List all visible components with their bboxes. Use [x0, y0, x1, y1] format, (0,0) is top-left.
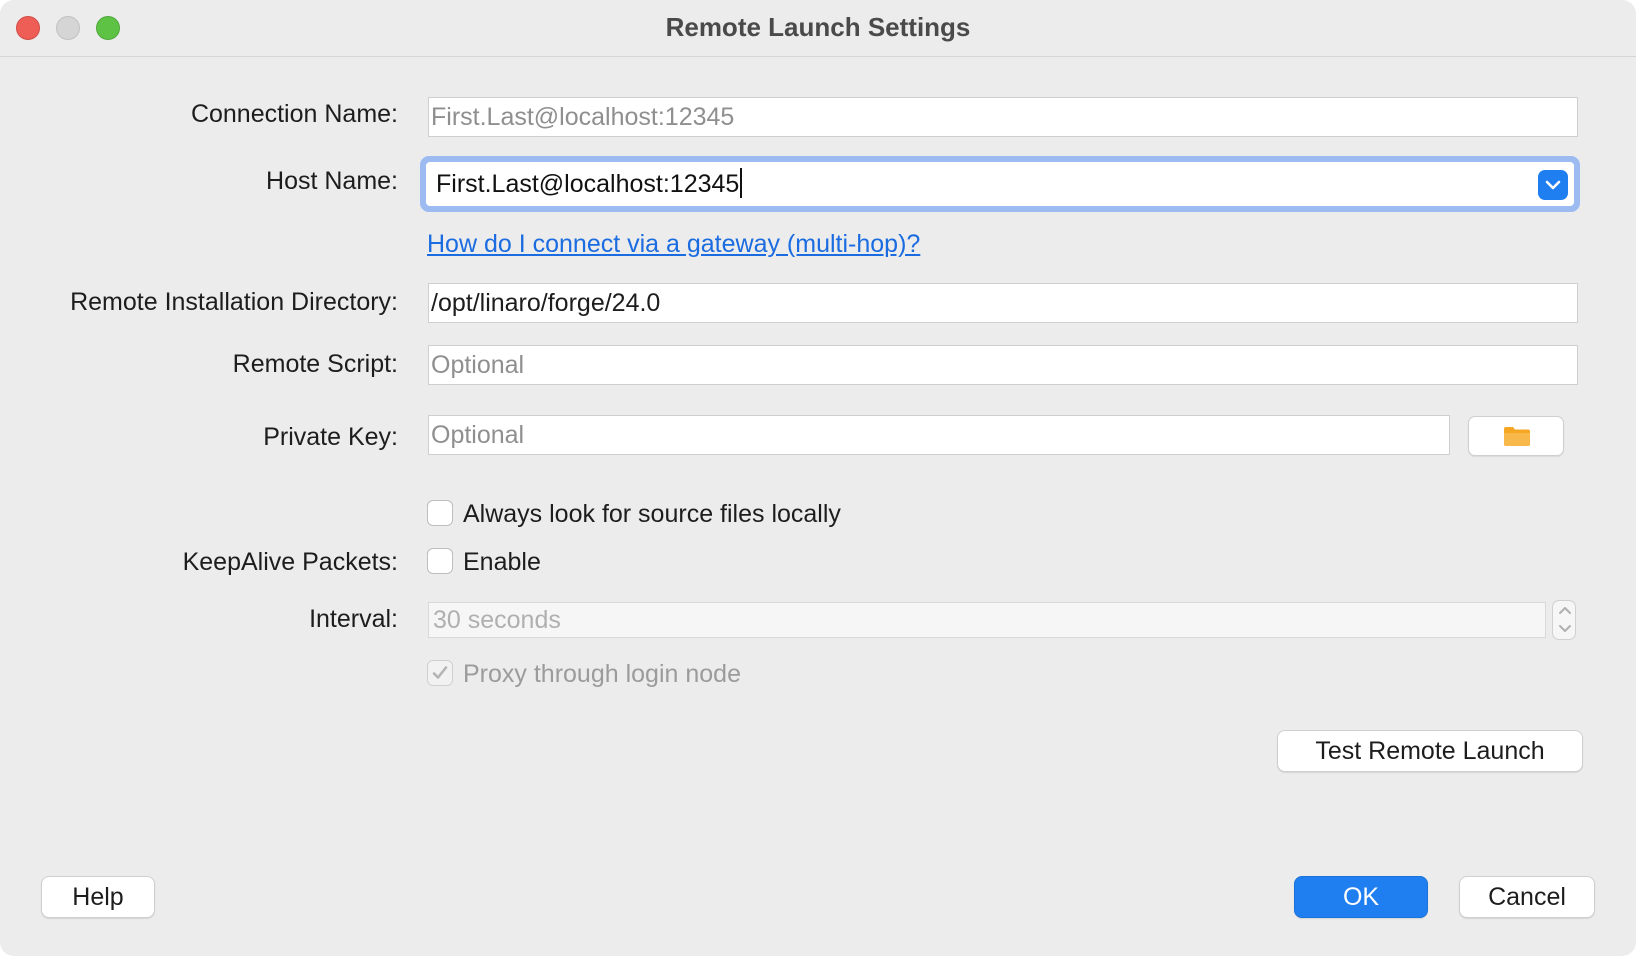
remote-install-dir-value: /opt/linaro/forge/24.0 [431, 289, 661, 317]
browse-private-key-button[interactable] [1468, 416, 1564, 456]
host-name-label: Host Name: [266, 167, 398, 195]
connection-name-label: Connection Name: [190, 100, 398, 128]
window-title: Remote Launch Settings [665, 12, 971, 42]
title-bar: Remote Launch Settings [0, 0, 1636, 57]
host-name-value: First.Last@localhost:12345 [436, 170, 740, 198]
test-remote-launch-button[interactable]: Test Remote Launch [1277, 730, 1583, 772]
private-key-input[interactable]: Optional [428, 415, 1450, 455]
keepalive-enable-label: Enable [463, 548, 541, 576]
host-name-input[interactable]: First.Last@localhost:12345 [426, 162, 1574, 206]
connection-name-placeholder: First.Last@localhost:12345 [431, 103, 735, 131]
chevron-up-icon [1559, 607, 1571, 614]
keepalive-label: KeepAlive Packets: [182, 548, 398, 576]
checkmark-icon [432, 666, 448, 680]
remote-script-placeholder: Optional [431, 351, 525, 379]
host-name-combobox[interactable]: First.Last@localhost:12345 [420, 156, 1580, 212]
source-locally-option[interactable]: Always look for source files locally [427, 500, 841, 529]
remote-script-input[interactable]: Optional [428, 345, 1578, 385]
ok-button[interactable]: OK [1294, 876, 1428, 918]
chevron-down-icon [1545, 180, 1561, 190]
gateway-help-link[interactable]: How do I connect via a gateway (multi-ho… [427, 230, 920, 259]
cancel-button[interactable]: Cancel [1459, 876, 1595, 918]
interval-value: 30 seconds [433, 606, 561, 634]
remote-script-label: Remote Script: [232, 350, 398, 378]
source-locally-label: Always look for source files locally [463, 500, 841, 528]
chevron-down-icon [1559, 625, 1571, 632]
remote-install-dir-input[interactable]: /opt/linaro/forge/24.0 [428, 283, 1578, 323]
keepalive-checkbox[interactable] [427, 548, 453, 575]
private-key-placeholder: Optional [431, 421, 525, 449]
connection-name-input[interactable]: First.Last@localhost:12345 [428, 97, 1578, 137]
help-button[interactable]: Help [41, 876, 155, 918]
proxy-option: Proxy through login node [427, 660, 741, 689]
proxy-label: Proxy through login node [463, 660, 741, 688]
remote-launch-dialog: Remote Launch Settings Connection Name: … [0, 0, 1636, 956]
source-locally-checkbox[interactable] [427, 500, 453, 527]
interval-label: Interval: [309, 605, 398, 633]
proxy-checkbox [427, 660, 453, 687]
folder-icon [1504, 427, 1530, 446]
remote-install-dir-label: Remote Installation Directory: [70, 288, 398, 316]
private-key-label: Private Key: [263, 423, 398, 451]
keepalive-option[interactable]: Enable [427, 548, 541, 577]
host-name-dropdown-button[interactable] [1538, 170, 1568, 200]
text-caret [740, 168, 743, 199]
interval-stepper [1552, 600, 1576, 640]
interval-input: 30 seconds [428, 602, 1546, 638]
